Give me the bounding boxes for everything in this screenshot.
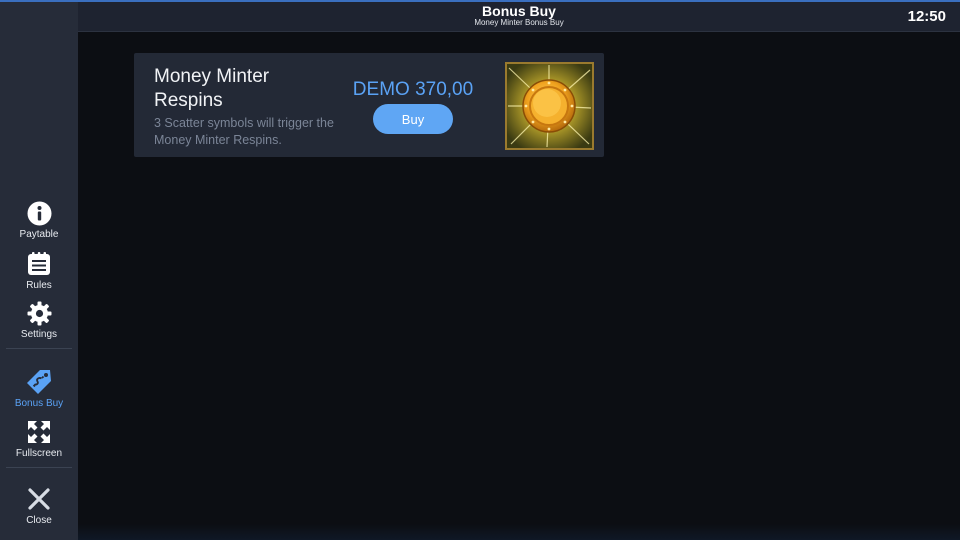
bonus-buy-screen: Paytable Rules Settings Bonus Buy Fullsc… (0, 0, 960, 540)
page-subtitle: Money Minter Bonus Buy (474, 18, 564, 27)
gold-coin-icon (505, 62, 594, 150)
sidebar-item-fullscreen[interactable]: Fullscreen (0, 419, 78, 465)
sidebar-item-label: Rules (26, 280, 52, 291)
bonus-title: Money Minter Respins (154, 66, 270, 111)
sidebar-item-label: Bonus Buy (14, 398, 64, 409)
clock: 12:50 (907, 8, 946, 25)
sidebar-divider (6, 467, 72, 468)
page-title: Bonus Buy (482, 3, 556, 19)
top-header: Bonus Buy Money Minter Bonus Buy 12:50 (78, 2, 960, 32)
rules-list-icon (26, 251, 52, 277)
close-icon (26, 486, 52, 512)
sidebar-item-label: Close (26, 515, 52, 526)
sidebar-item-bonus-buy[interactable]: Bonus Buy (0, 369, 78, 415)
sidebar-item-settings[interactable]: Settings (0, 300, 78, 346)
bonus-price: DEMO 370,00 (352, 79, 474, 100)
bonus-buy-card: Money Minter Respins 3 Scatter symbols w… (134, 53, 604, 157)
bonus-description: 3 Scatter symbols will trigger the Money… (154, 116, 334, 147)
info-icon (26, 200, 52, 226)
sidebar-item-rules[interactable]: Rules (0, 251, 78, 297)
sidebar-item-paytable[interactable]: Paytable (0, 200, 78, 246)
sidebar-item-close[interactable]: Close (0, 486, 78, 532)
sidebar-divider (6, 348, 72, 349)
price-tag-icon (26, 369, 52, 395)
footer-glow (78, 524, 960, 540)
buy-button[interactable]: Buy (373, 104, 453, 134)
sidebar-item-label: Paytable (19, 229, 59, 240)
fullscreen-icon (26, 419, 52, 445)
sidebar-item-label: Fullscreen (15, 448, 63, 459)
gear-icon (26, 300, 52, 326)
sidebar-item-label: Settings (20, 329, 58, 340)
sidebar: Paytable Rules Settings Bonus Buy Fullsc… (0, 2, 78, 540)
